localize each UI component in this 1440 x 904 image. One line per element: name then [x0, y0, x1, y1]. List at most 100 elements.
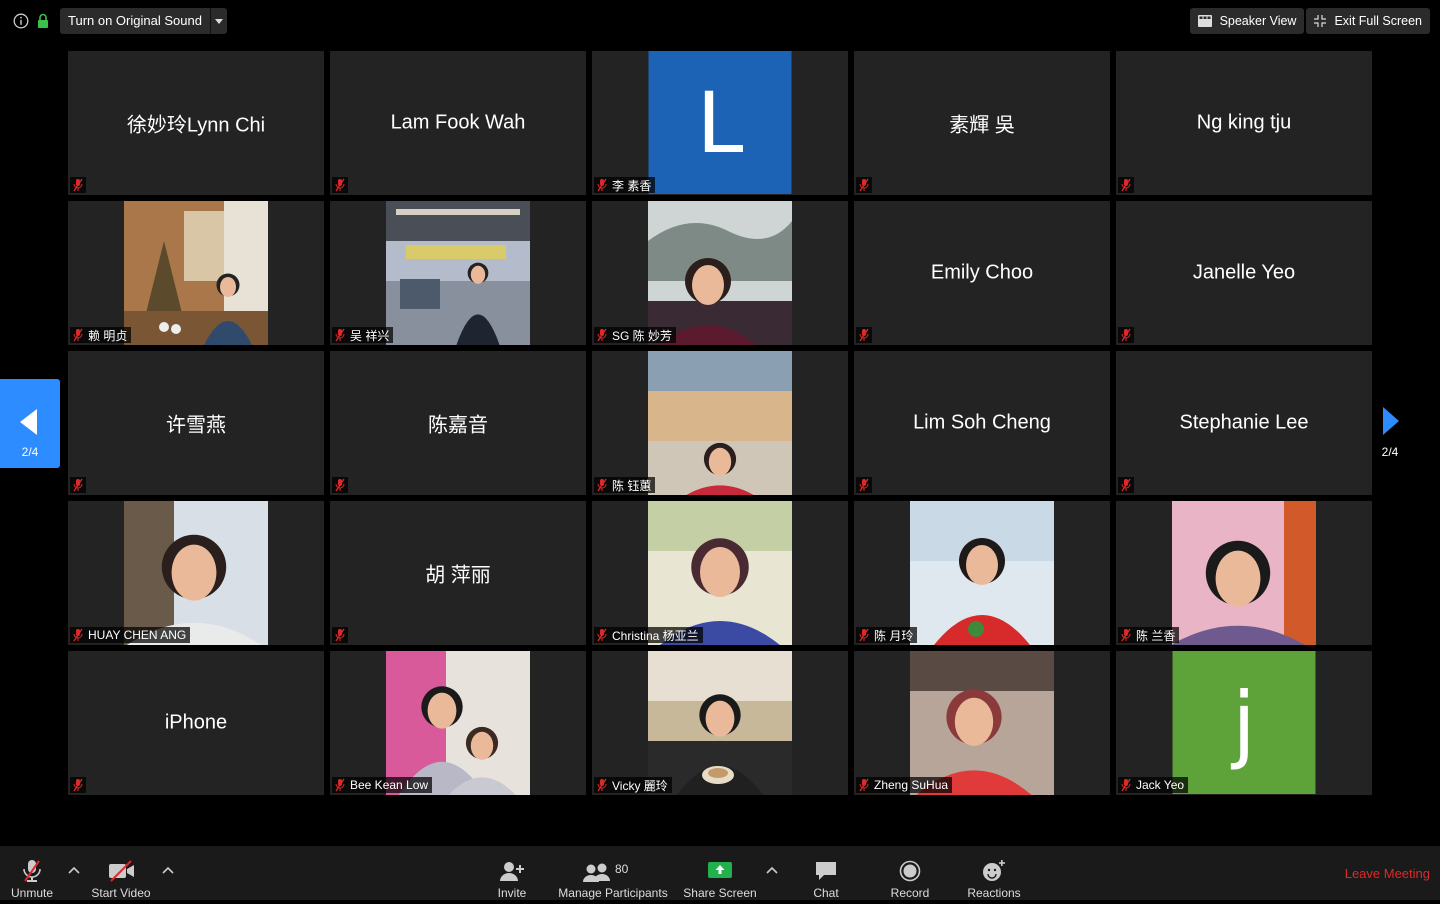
lock-icon[interactable] — [36, 12, 50, 30]
participant-tile[interactable]: 胡 萍丽 — [330, 501, 586, 645]
participant-tile[interactable]: 陈嘉音 — [330, 351, 586, 495]
participant-tile[interactable]: Bee Kean Low — [330, 651, 586, 795]
participant-name: 赖 明贞 — [88, 328, 128, 343]
participant-name-tag: 陈 钰蕙 — [594, 477, 656, 493]
participant-video — [648, 351, 792, 495]
original-sound-button[interactable]: Turn on Original Sound — [60, 8, 211, 34]
top-left-controls: Turn on Original Sound — [12, 8, 227, 34]
participant-tile[interactable]: 陈 月玲 — [854, 501, 1110, 645]
participant-tile[interactable]: HUAY CHEN ANG — [68, 501, 324, 645]
grid-view-icon — [1197, 15, 1212, 27]
next-page-button[interactable]: 2/4 — [1380, 405, 1440, 465]
original-sound-dropdown[interactable] — [210, 8, 227, 34]
gallery-grid: 徐妙玲Lynn Chi Lam Fook Wah L 李 素香 素輝 吳 Ng king … — [68, 51, 1372, 795]
participant-name: Lam Fook Wah — [390, 111, 526, 134]
participant-video — [648, 501, 792, 645]
microphone-muted-icon — [859, 628, 869, 642]
top-right-controls: Speaker View Exit Full Screen — [1189, 8, 1430, 34]
participant-tile[interactable]: Vicky 麗玲 — [592, 651, 848, 795]
participant-video — [910, 651, 1054, 795]
audio-options-caret[interactable] — [66, 846, 82, 904]
participant-video — [910, 501, 1054, 645]
share-screen-icon — [708, 862, 732, 878]
participant-name: iPhone — [164, 711, 228, 734]
participant-video — [1172, 501, 1316, 645]
start-video-button[interactable]: Start Video — [90, 846, 152, 904]
participant-tile[interactable]: 吴 祥兴 — [330, 201, 586, 345]
exit-full-screen-label: Exit Full Screen — [1334, 14, 1422, 28]
arrow-left-icon — [20, 409, 37, 435]
participant-video — [648, 651, 792, 795]
previous-page-button[interactable]: 2/4 — [0, 379, 60, 468]
speaker-view-label: Speaker View — [1219, 14, 1297, 28]
participant-tile[interactable]: 陈 兰香 — [1116, 501, 1372, 645]
microphone-muted-icon — [335, 328, 345, 342]
microphone-muted-icon — [1121, 178, 1131, 192]
unmute-label: Unmute — [10, 886, 54, 900]
microphone-muted-icon — [335, 478, 345, 492]
participant-tile[interactable]: 陈 钰蕙 — [592, 351, 848, 495]
participant-tile[interactable]: 许雪燕 — [68, 351, 324, 495]
participant-name: Janelle Yeo — [1192, 261, 1296, 284]
participant-tile[interactable]: L李 素香 — [592, 51, 848, 195]
video-options-caret[interactable] — [160, 846, 176, 904]
chat-button[interactable]: Chat — [808, 846, 844, 904]
participant-tile[interactable]: Lim Soh Cheng — [854, 351, 1110, 495]
participant-tile[interactable]: Janelle Yeo — [1116, 201, 1372, 345]
participant-name: 陈 兰香 — [1136, 628, 1176, 643]
video-off-icon — [109, 860, 134, 882]
participant-tile[interactable]: Zheng SuHua — [854, 651, 1110, 795]
participant-tile[interactable]: Ng king tju — [1116, 51, 1372, 195]
invite-label: Invite — [497, 886, 527, 900]
reactions-button[interactable]: Reactions — [964, 846, 1024, 904]
participant-tile[interactable]: j Jack Yeo — [1116, 651, 1372, 795]
participant-name: Ng king tju — [1196, 111, 1292, 134]
meeting-toolbar: Unmute Start Video Invite 80 Manage Part… — [0, 846, 1440, 900]
participant-name: Stephanie Lee — [1179, 411, 1309, 434]
microphone-muted-icon — [23, 860, 41, 882]
participant-video — [124, 501, 268, 645]
participant-tile[interactable]: 赖 明贞 — [68, 201, 324, 345]
participant-status — [1118, 327, 1134, 343]
exit-full-screen-button[interactable]: Exit Full Screen — [1306, 8, 1430, 34]
participant-name: Zheng SuHua — [874, 778, 949, 792]
record-button[interactable]: Record — [888, 846, 932, 904]
top-bar: Turn on Original Sound Speaker View Exit… — [0, 0, 1440, 44]
participant-name-tag: 赖 明贞 — [70, 327, 132, 343]
share-screen-button[interactable]: Share Screen — [682, 846, 758, 904]
record-icon — [899, 860, 921, 882]
participant-status — [856, 177, 872, 193]
participant-name: 李 素香 — [612, 178, 652, 193]
microphone-muted-icon — [1121, 778, 1131, 792]
leave-meeting-button[interactable]: Leave Meeting — [1345, 866, 1430, 881]
microphone-muted-icon — [73, 328, 83, 342]
participant-tile[interactable]: Lam Fook Wah — [330, 51, 586, 195]
participant-tile[interactable]: 素輝 吳 — [854, 51, 1110, 195]
participant-video — [648, 201, 792, 345]
share-options-caret[interactable] — [764, 846, 780, 904]
participant-name-tag: 陈 月玲 — [856, 627, 918, 643]
speaker-view-button[interactable]: Speaker View — [1189, 8, 1305, 34]
participant-status — [332, 477, 348, 493]
participant-tile[interactable]: 徐妙玲Lynn Chi — [68, 51, 324, 195]
microphone-muted-icon — [859, 778, 869, 792]
participant-tile[interactable]: SG 陈 妙芳 — [592, 201, 848, 345]
participant-tile[interactable]: Stephanie Lee — [1116, 351, 1372, 495]
manage-participants-button[interactable]: 80 Manage Participants — [556, 846, 670, 904]
participant-name: Emily Choo — [930, 261, 1034, 284]
avatar: j — [1172, 651, 1316, 794]
unmute-button[interactable]: Unmute — [8, 846, 56, 904]
participant-tile[interactable]: iPhone — [68, 651, 324, 795]
participant-name-tag: Zheng SuHua — [856, 777, 953, 793]
participant-status — [856, 327, 872, 343]
microphone-muted-icon — [73, 628, 83, 642]
participants-count: 80 — [615, 862, 629, 876]
chevron-up-icon — [162, 866, 174, 874]
participant-tile[interactable]: Emily Choo — [854, 201, 1110, 345]
participant-name: 徐妙玲Lynn Chi — [126, 114, 266, 137]
invite-button[interactable]: Invite — [491, 846, 533, 904]
participant-status — [332, 177, 348, 193]
chat-label: Chat — [813, 886, 839, 900]
info-icon[interactable] — [12, 12, 30, 30]
participant-tile[interactable]: Christina 杨亚兰 — [592, 501, 848, 645]
